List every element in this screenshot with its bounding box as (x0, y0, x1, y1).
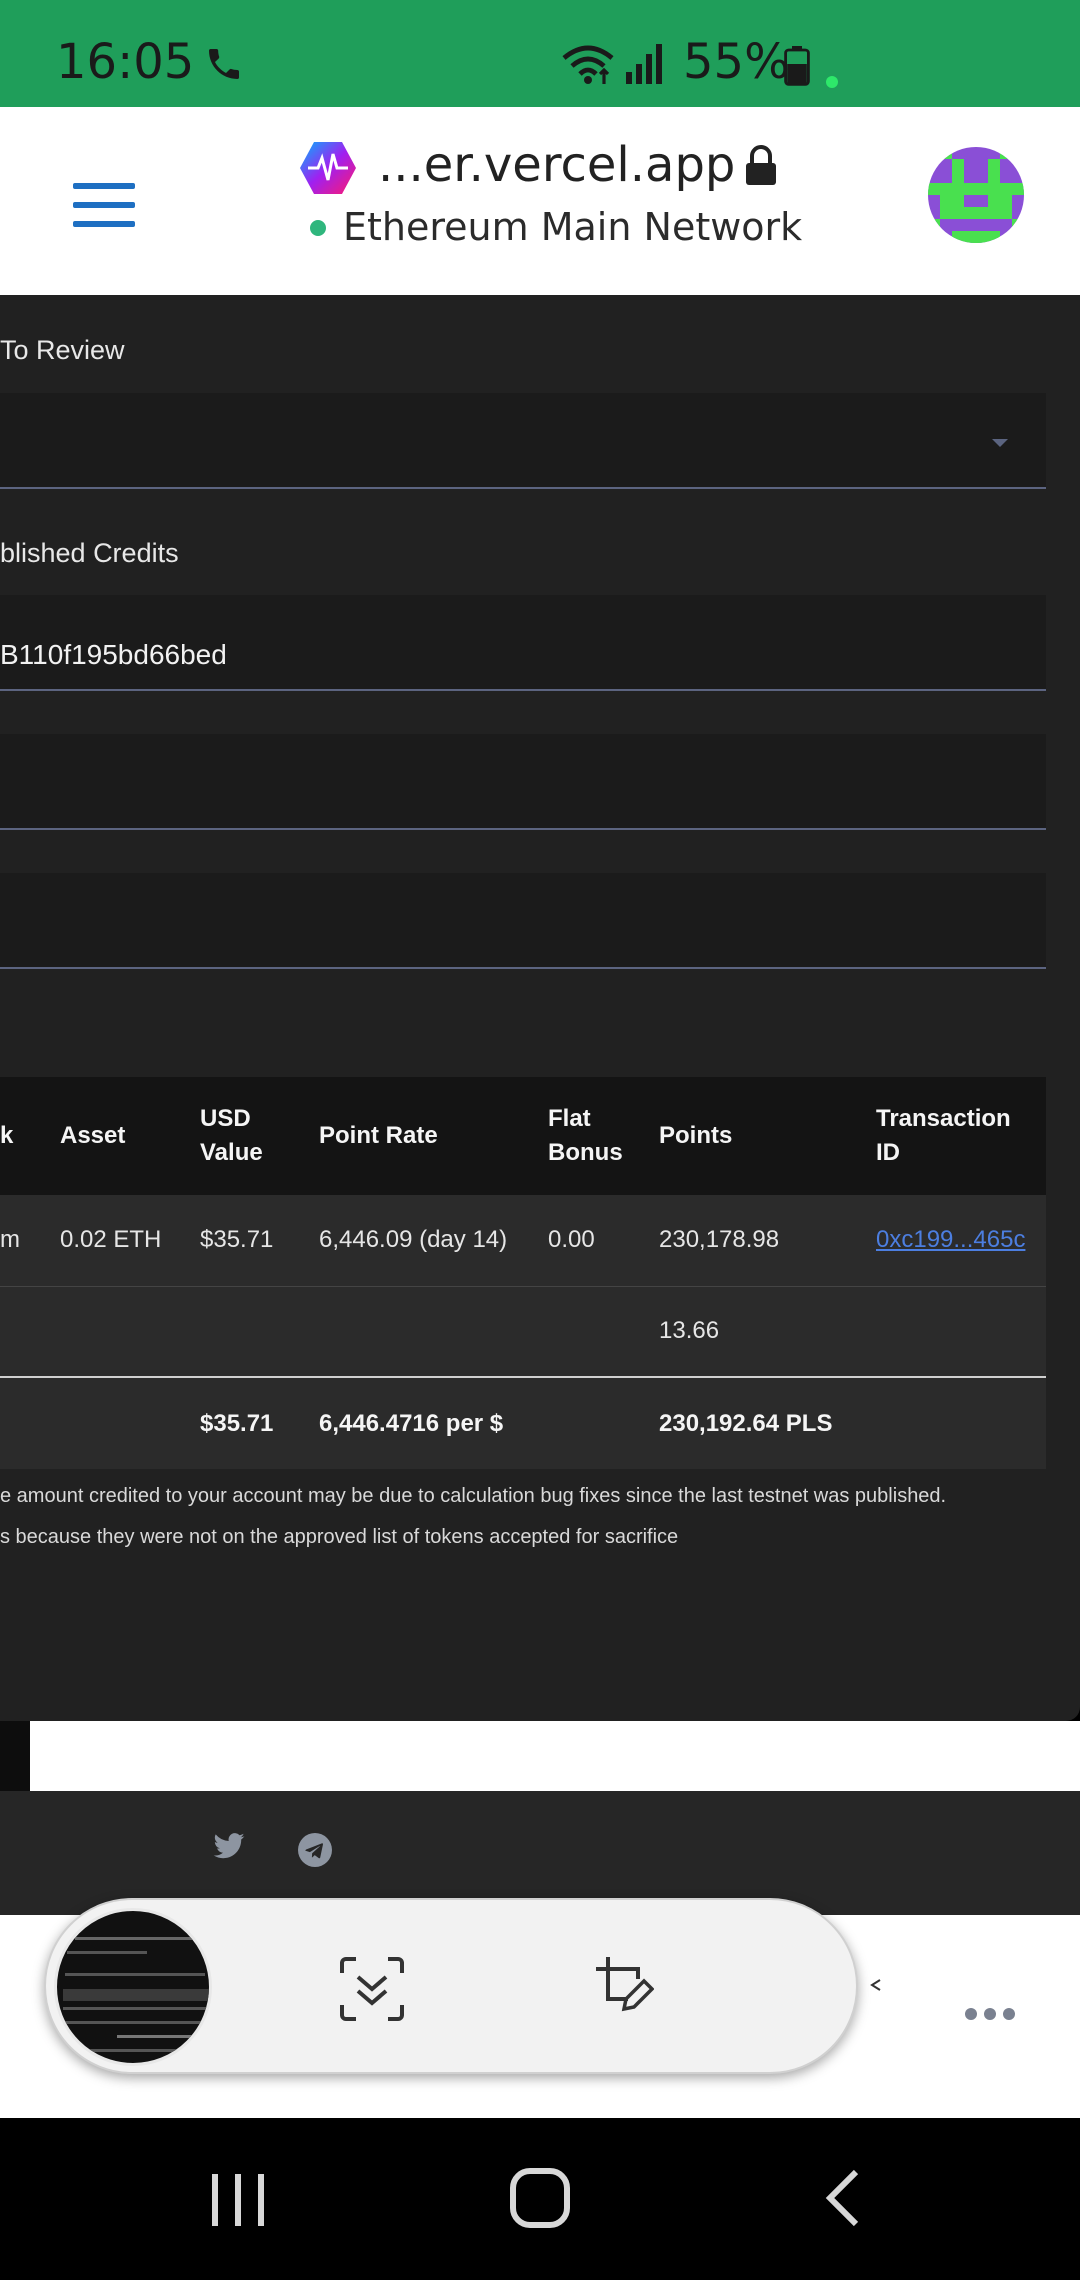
table-cell (200, 1285, 319, 1378)
review-label: To Review (0, 335, 125, 365)
telegram-icon[interactable] (298, 1833, 332, 1867)
address-value: B110f195bd66bed (0, 639, 227, 670)
input-field-4[interactable] (0, 873, 1046, 969)
page-gap (30, 1721, 1080, 1791)
column-header: k (0, 1077, 60, 1195)
status-bar: 16:05 55% (0, 0, 1080, 107)
battery-icon (784, 46, 810, 86)
main-content: To Review blished Credits B110f195bd66be… (0, 295, 1080, 1721)
more-options-icon[interactable] (964, 2007, 1016, 2021)
table-cell: $35.71 (200, 1377, 319, 1469)
table-cell: 6,446.4716 per $ (319, 1377, 548, 1469)
credits-label: blished Credits (0, 538, 179, 568)
table-cell (60, 1377, 200, 1469)
network-status-dot (310, 220, 326, 236)
lock-icon[interactable] (744, 145, 778, 187)
table-cell: 230,178.98 (659, 1195, 876, 1286)
table-cell: 0xc199...465c (876, 1195, 1046, 1286)
privacy-indicator-dot (826, 76, 838, 88)
site-footer (0, 1791, 1080, 1915)
table-cell: 6,446.09 (day 14) (319, 1195, 548, 1286)
table-cell: m (0, 1195, 60, 1286)
column-header: USD Value (200, 1077, 319, 1195)
table-cell: 0.02 ETH (60, 1195, 200, 1286)
call-icon (209, 49, 239, 79)
chevron-down-icon (992, 439, 1008, 447)
column-header: Points (659, 1077, 876, 1195)
network-name[interactable]: Ethereum Main Network (343, 205, 802, 249)
wallet-header: ...er.vercel.app Ethereum Main Network (0, 107, 1080, 295)
table-cell (876, 1285, 1046, 1378)
site-icon (300, 142, 356, 194)
account-avatar[interactable] (928, 147, 1024, 243)
table-cell (548, 1285, 659, 1378)
table-cell (0, 1377, 60, 1469)
share-icon[interactable] (868, 1977, 884, 1993)
address-field[interactable]: B110f195bd66bed (0, 595, 1046, 691)
table-row: m 0.02 ETH $35.71 6,446.09 (day 14) 0.00… (0, 1195, 1046, 1286)
screenshot-toolbar (44, 1898, 858, 2074)
battery-level: 55% (683, 34, 790, 90)
site-url[interactable]: ...er.vercel.app (378, 137, 735, 193)
table-cell (60, 1285, 200, 1378)
menu-icon[interactable] (73, 183, 135, 227)
table-header-row: k Asset USD Value Point Rate Flat Bonus … (0, 1077, 1046, 1195)
table-cell (876, 1377, 1046, 1469)
note-line-2: s because they were not on the approved … (0, 1526, 679, 1548)
home-icon[interactable] (510, 2168, 570, 2228)
back-icon[interactable] (822, 2168, 862, 2228)
table-cell (0, 1285, 60, 1378)
column-header: Transaction ID (876, 1077, 1046, 1195)
note-line-1: e amount credited to your account may be… (0, 1485, 947, 1507)
input-field-3[interactable] (0, 734, 1046, 830)
review-select[interactable] (0, 393, 1046, 489)
table-cell: 13.66 (659, 1285, 876, 1378)
table-cell (548, 1377, 659, 1469)
table-cell (319, 1285, 548, 1378)
clock: 16:05 (56, 34, 195, 90)
credits-table: k Asset USD Value Point Rate Flat Bonus … (0, 1077, 1046, 1469)
column-header: Point Rate (319, 1077, 548, 1195)
transaction-link[interactable]: 0xc199...465c (876, 1226, 1025, 1253)
wifi-icon (562, 45, 614, 84)
page-edge-block (0, 1721, 30, 1791)
column-header: Asset (60, 1077, 200, 1195)
table-row: 13.66 (0, 1285, 1046, 1378)
table-cell: 0.00 (548, 1195, 659, 1286)
scroll-capture-icon[interactable] (338, 1955, 406, 2023)
column-header: Flat Bonus (548, 1077, 659, 1195)
twitter-icon[interactable] (212, 1833, 246, 1861)
table-total-row: $35.71 6,446.4716 per $ 230,192.64 PLS (0, 1377, 1046, 1469)
crop-edit-icon[interactable] (594, 1955, 654, 2015)
table-cell: $35.71 (200, 1195, 319, 1286)
screenshot-thumbnail[interactable] (54, 1908, 212, 2066)
table-cell: 230,192.64 PLS (659, 1377, 876, 1469)
recent-apps-icon[interactable] (210, 2172, 266, 2228)
signal-icon (626, 44, 662, 84)
system-navigation-bar (0, 2118, 1080, 2280)
